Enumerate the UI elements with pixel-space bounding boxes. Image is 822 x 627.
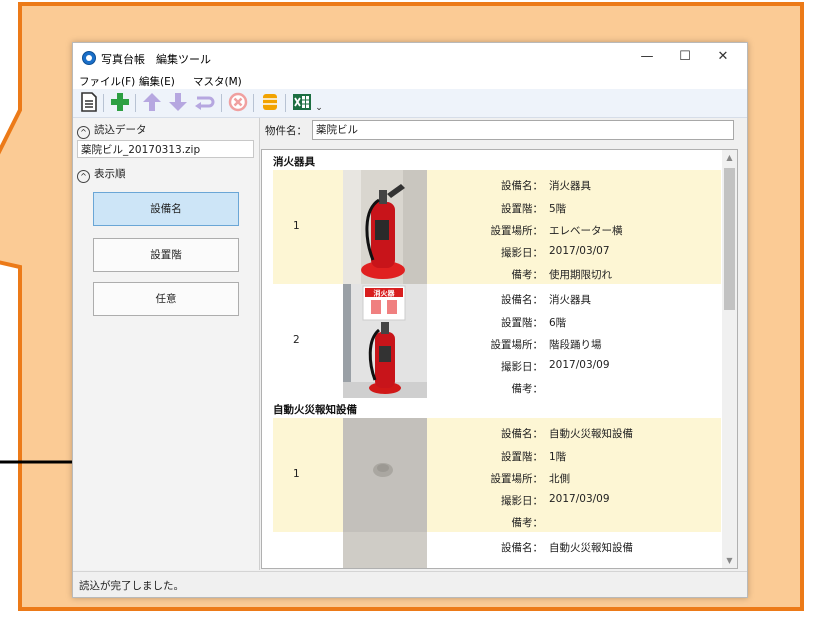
load-data-header[interactable]: ^ 読込データ xyxy=(77,122,147,139)
toolbar-separator xyxy=(285,94,286,112)
smoke-detector-photo xyxy=(343,418,427,532)
field-location: 設置場所： 北側 xyxy=(490,473,571,485)
field-equipment-name: 設備名： 消火器具 xyxy=(501,180,591,192)
collapse-icon[interactable]: ^ xyxy=(77,170,90,183)
close-button[interactable]: ✕ xyxy=(709,47,737,67)
toolbar: ⌄ xyxy=(73,89,747,118)
excel-icon[interactable] xyxy=(291,92,313,114)
toolbar-separator xyxy=(135,94,136,112)
toolbar-separator xyxy=(253,94,254,112)
list-item[interactable]: 設備名： 自動火災報知設備 xyxy=(273,532,721,568)
window-title: 写真台帳 編集ツール xyxy=(101,53,211,66)
sort-by-equipment-name-button[interactable]: 設備名 xyxy=(93,192,239,226)
app-icon xyxy=(82,51,96,65)
app-window: 写真台帳 編集ツール — ☐ ✕ ファイル(F) 編集(E) マスタ(M) ⌄ … xyxy=(72,42,748,598)
list-item[interactable]: 1 設備名： 消火器具 設置階： 5階 設置場所： エレベーター横 撮影日： 2… xyxy=(273,170,721,284)
field-equipment-name: 設備名： 消火器具 xyxy=(501,294,591,306)
menu-edit[interactable]: 編集(E) xyxy=(139,74,175,89)
database-icon[interactable] xyxy=(259,92,281,114)
field-date: 撮影日： 2017/03/09 xyxy=(501,493,610,507)
group-header: 自動火災報知設備 xyxy=(273,404,357,416)
row-number: 1 xyxy=(293,468,300,480)
left-panel: ^ 読込データ 薬院ビル_20170313.zip ^ 表示順 設備名 設置階 任意 xyxy=(73,118,260,570)
return-arrow-icon[interactable] xyxy=(193,92,215,114)
field-floor: 設置階： 1階 xyxy=(501,451,567,463)
delete-icon[interactable] xyxy=(227,92,249,114)
field-floor: 設置階： 5階 xyxy=(501,203,567,215)
photo-list[interactable]: 消火器具 1 設備名： 消火器具 設置階： 5階 設置場所： エレベーター横 撮… xyxy=(261,149,738,569)
add-icon[interactable] xyxy=(109,92,131,114)
extinguisher-photo xyxy=(343,170,427,284)
menu-master[interactable]: マスタ(M) xyxy=(193,74,242,89)
sort-by-floor-button[interactable]: 設置階 xyxy=(93,238,239,272)
row-number: 2 xyxy=(293,334,300,346)
toolbar-overflow-icon[interactable]: ⌄ xyxy=(313,97,325,119)
field-location: 設置場所： エレベーター横 xyxy=(490,225,623,237)
field-date: 撮影日： 2017/03/07 xyxy=(501,245,610,259)
field-equipment-name: 設備名： 自動火災報知設備 xyxy=(501,428,633,440)
status-text: 読込が完了しました。 xyxy=(79,580,184,592)
extinguisher-photo: 消火器 xyxy=(343,284,427,398)
sort-custom-button[interactable]: 任意 xyxy=(93,282,239,316)
right-panel: 物件名： 薬院ビル 消火器具 1 設備名： 消火器具 設置階： 5階 設置場所：… xyxy=(260,118,747,570)
field-location: 設置場所： 階段踊り場 xyxy=(490,339,602,351)
arrow-down-icon[interactable] xyxy=(167,92,189,114)
field-note: 備考： xyxy=(511,383,544,395)
scroll-down-icon[interactable]: ▼ xyxy=(722,553,737,568)
list-item[interactable]: 1 設備名： 自動火災報知設備 設置階： 1階 設置場所： 北側 撮影日： 2017/0… xyxy=(273,418,721,532)
vertical-scrollbar[interactable]: ▲ ▼ xyxy=(722,150,737,568)
field-equipment-name: 設備名： 自動火災報知設備 xyxy=(501,542,633,554)
minimize-button[interactable]: — xyxy=(633,47,661,67)
maximize-button[interactable]: ☐ xyxy=(671,47,699,67)
field-note: 備考： 使用期限切れ xyxy=(511,269,613,281)
list-item[interactable]: 2 消火器 設備名： 消火器具 設置階： 6階 設置場所： 階段踊り場 撮影日：… xyxy=(273,284,721,398)
toolbar-separator xyxy=(103,94,104,112)
arrow-up-icon[interactable] xyxy=(141,92,163,114)
field-date: 撮影日： 2017/03/09 xyxy=(501,359,610,373)
menu-bar: ファイル(F) 編集(E) マスタ(M) xyxy=(73,73,747,89)
field-floor: 設置階： 6階 xyxy=(501,317,567,329)
title-bar: 写真台帳 編集ツール — ☐ ✕ xyxy=(73,43,747,73)
collapse-icon[interactable]: ^ xyxy=(77,126,90,139)
display-order-header[interactable]: ^ 表示順 xyxy=(77,166,126,183)
scroll-up-icon[interactable]: ▲ xyxy=(722,150,737,165)
smoke-detector-photo xyxy=(343,532,427,568)
field-note: 備考： xyxy=(511,517,544,529)
status-bar: 読込が完了しました。 xyxy=(73,571,747,597)
row-number: 1 xyxy=(293,220,300,232)
group-header: 消火器具 xyxy=(273,156,315,168)
property-name-input[interactable]: 薬院ビル xyxy=(312,120,734,140)
loaded-file-field[interactable]: 薬院ビル_20170313.zip xyxy=(77,140,254,158)
sign-text: 消火器 xyxy=(374,289,396,298)
document-icon[interactable] xyxy=(78,92,100,114)
toolbar-separator xyxy=(221,94,222,112)
scrollbar-thumb[interactable] xyxy=(724,168,735,310)
property-name-label: 物件名： xyxy=(265,125,307,137)
menu-file[interactable]: ファイル(F) xyxy=(79,74,135,89)
